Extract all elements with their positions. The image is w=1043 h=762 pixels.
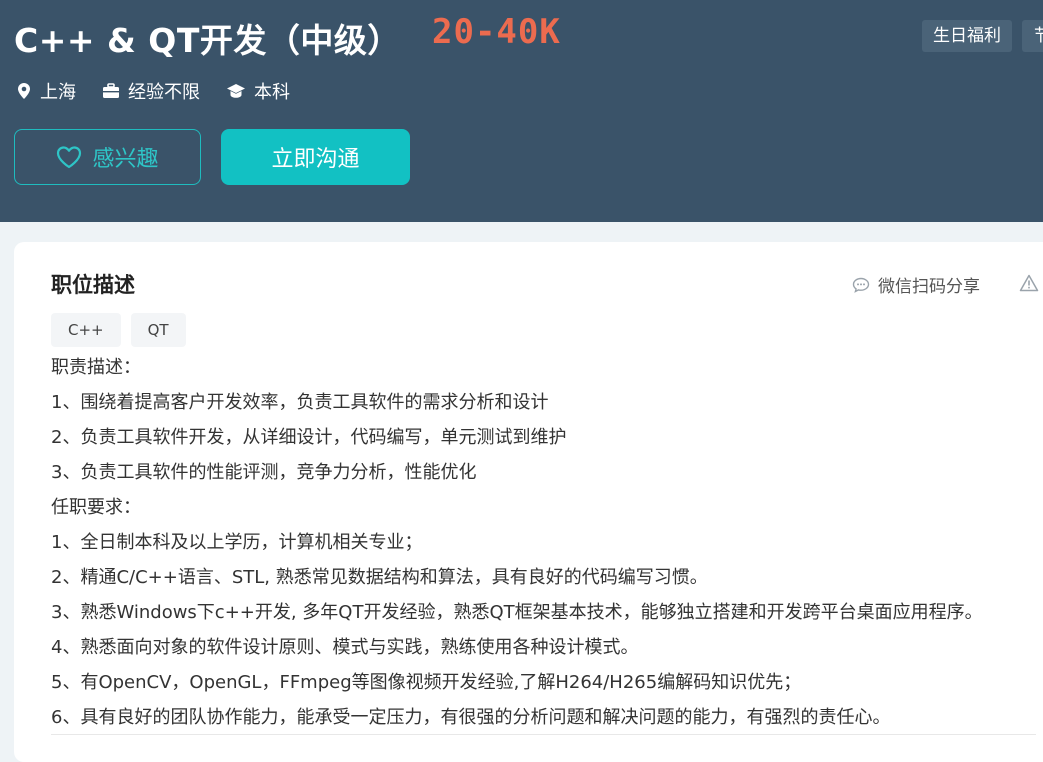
description-line: 1、围绕着提高客户开发效率，负责工具软件的需求分析和设计 [51,392,549,413]
chat-now-label: 立即沟通 [271,147,360,172]
experience-item: 经验不限 [102,78,200,104]
education-text: 本科 [254,82,290,103]
job-detail-card: 职位描述 微信扫码分享 C++ QT 职责描述： 1、围绕着提高客户开发效率，负… [14,242,1043,762]
location-item: 上海 [16,78,76,104]
description-line: 2、负责工具软件开发，从详细设计，代码编写，单元测试到维护 [51,427,567,448]
description-line: 3、熟悉Windows下c++开发, 多年QT开发经验，熟悉QT框架基本技术，能… [51,602,983,623]
description-line: 1、全日制本科及以上学历，计算机相关专业； [51,532,423,553]
chat-now-button[interactable]: 立即沟通 [221,129,410,185]
section-title: 职位描述 [51,273,135,297]
briefcase-icon [103,83,119,98]
job-meta: 上海 经验不限 本科 [16,78,290,104]
interest-label: 感兴趣 [92,147,159,172]
description-line: 3、负责工具软件的性能评测，竞争力分析，性能优化 [51,462,477,483]
description-line: 任职要求： [51,497,141,518]
wechat-share-link[interactable]: 微信扫码分享 [852,272,980,297]
benefit-tag: 节 [1022,20,1043,52]
location-pin-icon [18,83,30,99]
divider [51,734,1036,735]
description-line: 2、精通C/C++语言、STL, 熟悉常见数据结构和算法，具有良好的代码编写习惯… [51,567,708,588]
skill-tag: QT [130,313,186,347]
skill-tags: C++ QT [51,313,186,347]
heart-outline-icon [57,146,82,169]
warning-triangle-icon[interactable] [1019,274,1039,292]
location-text: 上海 [40,82,76,103]
share-label: 微信扫码分享 [878,277,980,297]
job-description: 职责描述： 1、围绕着提高客户开发效率，负责工具软件的需求分析和设计 2、负责工… [51,350,1041,735]
salary: 20-40K [432,12,561,52]
graduation-cap-icon [227,84,245,98]
chat-bubble-icon [852,277,870,293]
job-header: C++ & QT开发（中级） 20-40K 生日福利 节 上海 经验不限 本科 [0,0,1043,222]
job-title: C++ & QT开发（中级） [14,21,401,60]
interest-button[interactable]: 感兴趣 [14,129,201,185]
description-line: 4、熟悉面向对象的软件设计原则、模式与实践，熟练使用各种设计模式。 [51,637,639,658]
skill-tag: C++ [51,313,121,347]
description-line: 5、有OpenCV，OpenGL，FFmpeg等图像视频开发经验,了解H264/… [51,672,802,693]
experience-text: 经验不限 [128,82,200,103]
description-line: 6、具有良好的团队协作能力，能承受一定压力，有很强的分析问题和解决问题的能力，有… [51,707,891,728]
description-line: 职责描述： [51,357,141,378]
education-item: 本科 [226,78,290,104]
benefit-tag: 生日福利 [922,20,1012,52]
